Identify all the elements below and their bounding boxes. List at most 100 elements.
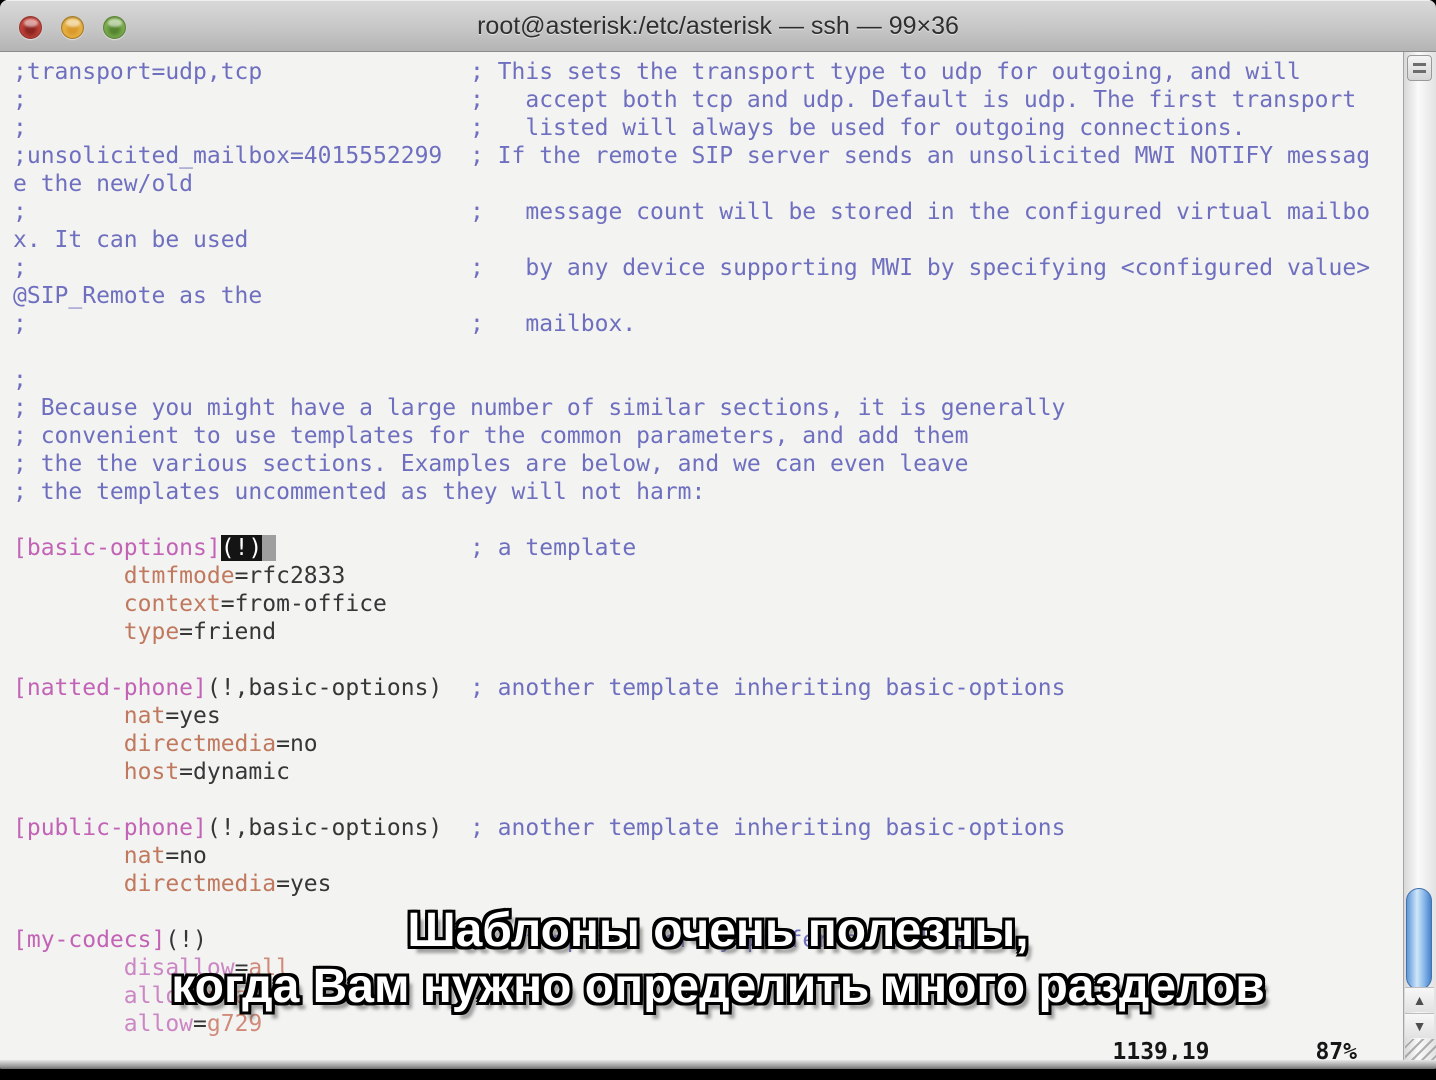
terminal-line: ; ; by any device supporting MWI by spec…	[13, 254, 1370, 282]
config-key: directmedia	[123, 731, 277, 757]
config-key: dtmfmode	[123, 563, 235, 589]
terminal-line: directmedia=no	[13, 730, 1370, 758]
terminal-line: ; the the various sections. Examples are…	[13, 450, 1370, 478]
code-text: =yes	[276, 871, 332, 897]
config-key: host	[123, 759, 180, 785]
terminal-line: host=dynamic	[13, 758, 1370, 786]
scroll-down-arrow-icon[interactable]: ▼	[1405, 1013, 1434, 1038]
comment-text: ; accept both tcp and udp. Default is ud…	[469, 87, 1357, 113]
config-key: type	[123, 619, 180, 645]
terminal-line: ;unsolicited_mailbox=4015552299 ; If the…	[13, 142, 1370, 170]
section-name: [natted-phone]	[13, 675, 207, 701]
config-key: nat	[123, 843, 166, 869]
code-text: =dynamic	[179, 759, 290, 785]
config-key: nat	[123, 703, 166, 729]
window-title: root@asterisk:/etc/asterisk — ssh — 99×3…	[477, 12, 959, 40]
comment-text: e the new/old	[13, 171, 194, 197]
comment-text: ; message count will be stored in the co…	[469, 199, 1371, 225]
terminal-output: ;transport=udp,tcp ; This sets the trans…	[13, 58, 1370, 1038]
terminal-line: [public-phone](!,basic-options) ; anothe…	[13, 814, 1370, 842]
terminal-line: type=friend	[13, 618, 1370, 646]
section-name: [public-phone]	[13, 815, 207, 841]
comment-text: ; mailbox.	[469, 311, 637, 337]
vim-cursor	[262, 535, 277, 561]
terminal-line: ; ; listed will always be used for outgo…	[13, 114, 1370, 142]
terminal-line: context=from-office	[13, 590, 1370, 618]
comment-text: ;transport=udp,tcp	[13, 59, 263, 85]
window-bottom-edge	[0, 1060, 1436, 1069]
code-text: =from-office	[220, 591, 387, 617]
section-name: [basic-options]	[13, 535, 221, 561]
comment-text: ; by any device supporting MWI by specif…	[469, 255, 1371, 281]
comment-text: ;	[13, 255, 27, 281]
terminal-line: x. It can be used	[13, 226, 1370, 254]
code-text: =no	[276, 731, 318, 757]
vim-status-line: -- VISUAL -- 1139,19 87%	[13, 1038, 1390, 1060]
terminal-line: nat=no	[13, 842, 1370, 870]
comment-text: ;	[13, 115, 27, 141]
code-text: =yes	[165, 703, 221, 729]
resize-grip-icon[interactable]	[1405, 1039, 1436, 1060]
comment-text: ;	[13, 311, 27, 337]
code-text: =no	[165, 843, 207, 869]
comment-text: ; the the various sections. Examples are…	[13, 451, 969, 477]
code-text: (!,basic-options)	[206, 815, 443, 841]
subtitle-line-1: Шаблоны очень полезны,	[407, 904, 1029, 957]
terminal-line: nat=yes	[13, 702, 1370, 730]
config-key: context	[123, 591, 221, 617]
terminal-line: @SIP_Remote as the	[13, 282, 1370, 310]
visual-selection: (!)	[220, 535, 263, 561]
terminal-line: ; convenient to use templates for the co…	[13, 422, 1370, 450]
comment-text: ; If the remote SIP server sends an unso…	[469, 143, 1371, 169]
terminal-line: ; ; accept both tcp and udp. Default is …	[13, 86, 1370, 114]
terminal-line: ;transport=udp,tcp ; This sets the trans…	[13, 58, 1370, 86]
comment-text: @SIP_Remote as the	[13, 283, 263, 309]
terminal-line: ; Because you might have a large number …	[13, 394, 1370, 422]
comment-text: ;	[13, 199, 27, 225]
comment-text: ;	[13, 87, 27, 113]
scroll-percent: 87%	[1315, 1039, 1357, 1060]
terminal-line: ; ; message count will be stored in the …	[13, 198, 1370, 226]
terminal-line: e the new/old	[13, 170, 1370, 198]
video-subtitles: Шаблоны очень полезны, когда Вам нужно о…	[0, 903, 1436, 1015]
terminal-line: dtmfmode=rfc2833	[13, 562, 1370, 590]
comment-text: ;unsolicited_mailbox=4015552299	[13, 143, 443, 169]
comment-text: ; listed will always be used for outgoin…	[469, 115, 1246, 141]
comment-text: ; another template inheriting basic-opti…	[469, 815, 1066, 841]
terminal-line: ; ; mailbox.	[13, 310, 1370, 338]
comment-text: x. It can be used	[13, 227, 249, 253]
terminal-line: ; the templates uncommented as they will…	[13, 478, 1370, 506]
code-text: =rfc2833	[234, 563, 346, 589]
cursor-position: 1139,19	[1112, 1039, 1210, 1060]
comment-text: ;	[13, 367, 27, 393]
terminal-line: [natted-phone](!,basic-options) ; anothe…	[13, 674, 1370, 702]
code-text: =friend	[179, 619, 277, 645]
comment-text: ; the templates uncommented as they will…	[13, 479, 706, 505]
split-pane-icon[interactable]	[1407, 55, 1432, 81]
comment-text: ; This sets the transport type to udp fo…	[469, 59, 1301, 85]
comment-text: ; Because you might have a large number …	[13, 395, 1066, 421]
terminal-line: [basic-options](!) ; a template	[13, 534, 1370, 562]
terminal-line: ;	[13, 366, 1370, 394]
subtitle-line-2: когда Вам нужно определить много раздело…	[171, 960, 1265, 1013]
